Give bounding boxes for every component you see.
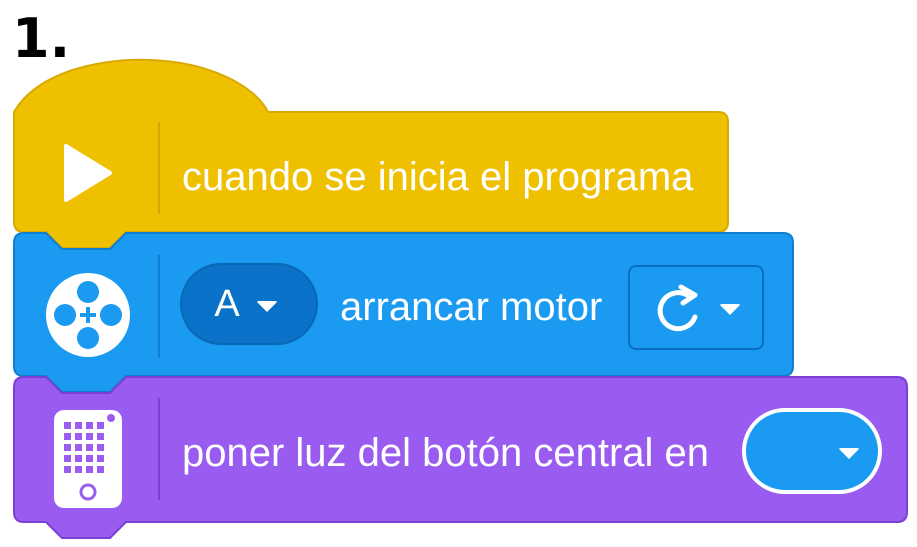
hub-light-matrix-icon: [54, 410, 122, 508]
set-center-button-light-label: poner luz del botón central en: [182, 431, 710, 475]
motor-icon: [46, 273, 130, 357]
motor-port-value: A: [214, 282, 240, 325]
chevron-down-icon: [255, 300, 278, 312]
light-color-dropdown[interactable]: [742, 408, 882, 494]
chevron-down-icon: [719, 304, 741, 315]
start-motor-label: arrancar motor: [340, 285, 603, 329]
motor-direction-dropdown[interactable]: [628, 265, 764, 350]
when-program-starts-label: cuando se inicia el programa: [182, 155, 694, 199]
motor-port-dropdown[interactable]: A: [180, 263, 318, 345]
play-icon: [64, 144, 112, 202]
rotate-clockwise-icon: [657, 284, 698, 331]
chevron-down-icon: [838, 447, 860, 459]
